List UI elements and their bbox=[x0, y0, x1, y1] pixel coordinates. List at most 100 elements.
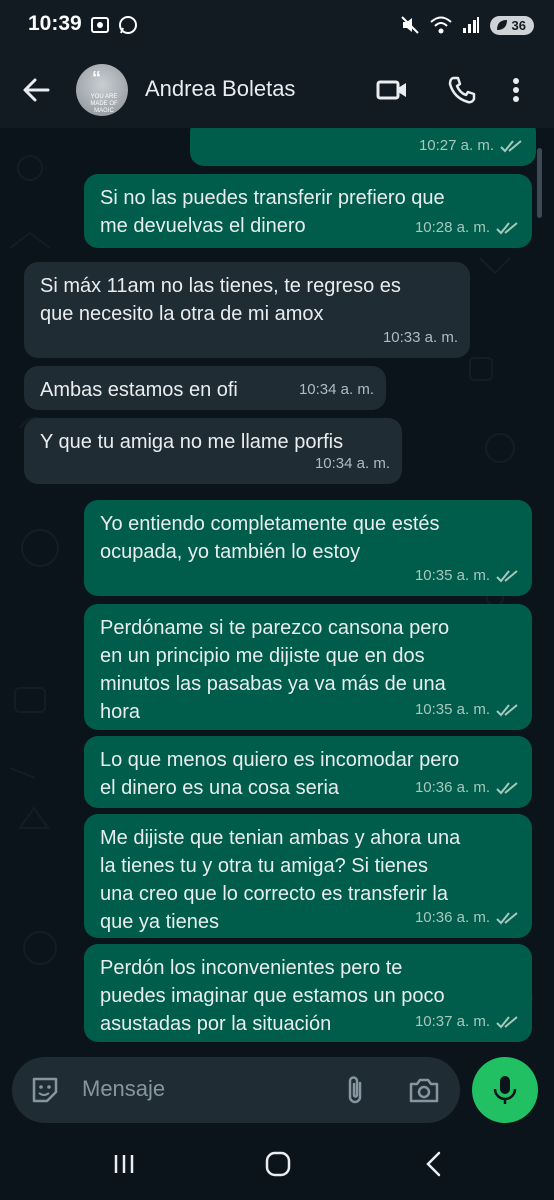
battery-indicator: 36 bbox=[489, 15, 534, 35]
message-line: hora bbox=[100, 701, 141, 723]
more-options-icon[interactable] bbox=[506, 74, 526, 106]
message-time: 10:35 a. m. bbox=[414, 567, 490, 584]
attach-icon[interactable] bbox=[340, 1073, 370, 1107]
message-time: 10:28 a. m. bbox=[414, 219, 490, 236]
back-arrow-icon[interactable] bbox=[22, 76, 50, 104]
read-receipt-icon bbox=[496, 782, 518, 795]
message-line: Si no las puedes transferir prefiero que bbox=[100, 187, 445, 209]
outgoing-message[interactable]: Yo entiendo completamente que estés ocupa… bbox=[84, 500, 532, 596]
message-meta: 10:36 a. m. bbox=[415, 774, 520, 802]
message-line: que necesito la otra de mi amox bbox=[40, 303, 324, 325]
chat-scrollbar[interactable] bbox=[537, 148, 542, 218]
read-receipt-icon bbox=[500, 140, 522, 153]
camera-icon[interactable] bbox=[408, 1075, 440, 1105]
contact-name[interactable]: Andrea Boletas bbox=[145, 76, 295, 102]
message-line: me devuelvas el dinero bbox=[100, 215, 306, 237]
video-call-icon[interactable] bbox=[376, 74, 408, 106]
battery-saver-icon bbox=[496, 19, 507, 30]
message-text: Perdón los inconvenientes pero te puedes … bbox=[100, 954, 445, 1038]
read-receipt-icon bbox=[496, 1016, 518, 1029]
contact-avatar[interactable]: “ YOU ARE MADE OF MAGIC bbox=[76, 64, 128, 116]
message-text: Si no las puedes transferir prefiero que… bbox=[100, 184, 445, 240]
avatar-quote-mark: “ bbox=[92, 68, 101, 88]
message-line: Si máx 11am no las tienes, te regreso es bbox=[40, 275, 401, 297]
message-time: 10:35 a. m. bbox=[414, 701, 490, 718]
message-meta: 10:37 a. m. bbox=[415, 1008, 520, 1036]
voice-call-icon[interactable] bbox=[446, 74, 478, 106]
message-line: Ambas estamos en ofi bbox=[40, 379, 238, 401]
message-line: asustadas por la situación bbox=[100, 1013, 332, 1035]
avatar-text: YOU ARE MADE OF MAGIC bbox=[90, 94, 118, 114]
message-text: Me dijiste que tenian ambas y ahora una l… bbox=[100, 824, 460, 936]
message-line: Y que tu amiga no me llame porfis bbox=[40, 431, 344, 453]
incoming-message[interactable]: Si máx 11am no las tienes, te regreso es… bbox=[24, 262, 470, 358]
message-line: la tienes tu y otra tu amiga? Si tienes bbox=[100, 855, 428, 877]
voice-message-button[interactable] bbox=[472, 1057, 538, 1123]
screenshot-icon bbox=[91, 17, 109, 33]
sticker-icon[interactable] bbox=[30, 1075, 60, 1105]
outgoing-message[interactable]: 10:27 a. m. bbox=[190, 128, 536, 166]
read-receipt-icon bbox=[496, 912, 518, 925]
message-meta: 10:34 a. m. bbox=[315, 450, 390, 478]
message-text: Yo entiendo completamente que estés ocupa… bbox=[100, 510, 440, 566]
microphone-icon bbox=[493, 1076, 517, 1104]
recent-apps-icon[interactable] bbox=[112, 1153, 136, 1175]
message-text: Ambas estamos en ofi bbox=[40, 376, 238, 404]
message-line: Lo que menos quiero es incomodar pero bbox=[100, 749, 460, 771]
message-line: minutos las pasabas ya va más de una bbox=[100, 673, 446, 695]
message-text: Si máx 11am no las tienes, te regreso es… bbox=[40, 272, 401, 328]
outgoing-message[interactable]: Perdóname si te parezco cansona pero en u… bbox=[84, 604, 532, 730]
home-icon[interactable] bbox=[264, 1150, 292, 1178]
message-text: Perdóname si te parezco cansona pero en u… bbox=[100, 614, 449, 726]
chat-header: “ YOU ARE MADE OF MAGIC Andrea Boletas bbox=[0, 52, 554, 128]
message-time: 10:34 a. m. bbox=[314, 455, 390, 472]
outgoing-message[interactable]: Si no las puedes transferir prefiero que… bbox=[84, 174, 532, 248]
message-composer[interactable]: Mensaje bbox=[12, 1057, 460, 1123]
nav-back-icon[interactable] bbox=[424, 1150, 442, 1178]
message-time: 10:36 a. m. bbox=[414, 909, 490, 926]
message-meta: 10:34 a. m. bbox=[299, 376, 374, 404]
read-receipt-icon bbox=[496, 570, 518, 583]
message-time: 10:37 a. m. bbox=[414, 1013, 490, 1030]
message-line: que ya tienes bbox=[100, 911, 219, 933]
message-line: Yo entiendo completamente que estés bbox=[100, 513, 440, 535]
message-line: en un principio me dijiste que en dos bbox=[100, 645, 425, 667]
message-line: el dinero es una cosa seria bbox=[100, 777, 340, 799]
status-time: 10:39 bbox=[28, 12, 82, 35]
chat-area[interactable]: 10:27 a. m. Si no las puedes transferir p… bbox=[0, 128, 554, 1050]
message-line: Me dijiste que tenian ambas y ahora una bbox=[100, 827, 461, 849]
message-line: una creo que lo correcto es transferir l… bbox=[100, 883, 448, 905]
signal-icon bbox=[462, 17, 479, 33]
system-navigation-bar bbox=[0, 1128, 554, 1200]
read-receipt-icon bbox=[496, 222, 518, 235]
status-bar: 10:39 36 bbox=[0, 0, 554, 52]
message-input[interactable]: Mensaje bbox=[82, 1076, 165, 1102]
message-text: Lo que menos quiero es incomodar pero el … bbox=[100, 746, 459, 802]
message-meta: 10:36 a. m. bbox=[415, 904, 520, 932]
battery-level: 36 bbox=[511, 17, 526, 33]
message-time: 10:33 a. m. bbox=[382, 329, 458, 346]
message-meta: 10:28 a. m. bbox=[415, 214, 520, 242]
outgoing-message[interactable]: Perdón los inconvenientes pero te puedes … bbox=[84, 944, 532, 1042]
message-time: 10:27 a. m. bbox=[418, 137, 494, 154]
status-notification-icons bbox=[90, 15, 138, 35]
whatsapp-icon bbox=[119, 16, 137, 34]
message-line: Perdóname si te parezco cansona pero bbox=[100, 617, 450, 639]
message-line: puedes imaginar que estamos un poco bbox=[100, 985, 445, 1007]
message-time: 10:36 a. m. bbox=[414, 779, 490, 796]
outgoing-message[interactable]: Me dijiste que tenian ambas y ahora una l… bbox=[84, 814, 532, 938]
message-meta: 10:33 a. m. bbox=[383, 324, 458, 352]
message-text: Y que tu amiga no me llame porfis bbox=[40, 428, 343, 456]
incoming-message[interactable]: Ambas estamos en ofi 10:34 a. m. bbox=[24, 366, 386, 410]
message-meta: 10:35 a. m. bbox=[415, 696, 520, 724]
wifi-icon bbox=[429, 16, 452, 34]
message-time: 10:34 a. m. bbox=[298, 381, 374, 398]
outgoing-message[interactable]: Lo que menos quiero es incomodar pero el … bbox=[84, 736, 532, 808]
message-meta: 10:27 a. m. bbox=[419, 132, 524, 160]
message-line: Perdón los inconvenientes pero te bbox=[100, 957, 403, 979]
incoming-message[interactable]: Y que tu amiga no me llame porfis 10:34 a… bbox=[24, 418, 402, 484]
message-meta: 10:35 a. m. bbox=[415, 562, 520, 590]
message-line: ocupada, yo también lo estoy bbox=[100, 541, 361, 563]
mute-icon bbox=[400, 16, 419, 34]
read-receipt-icon bbox=[496, 704, 518, 717]
